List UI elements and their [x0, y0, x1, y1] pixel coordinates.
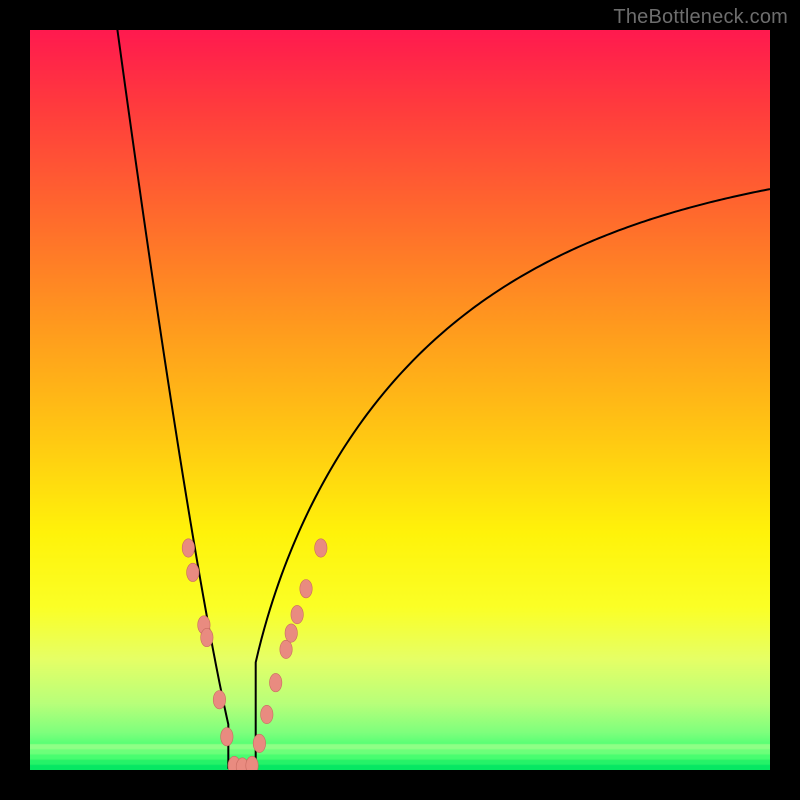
data-marker	[182, 539, 194, 557]
data-marker	[253, 734, 265, 752]
data-marker	[187, 563, 199, 581]
curve-layer	[30, 30, 770, 770]
bottleneck-curve	[111, 30, 770, 768]
data-marker	[201, 628, 213, 646]
chart-frame: TheBottleneck.com	[0, 0, 800, 800]
data-marker	[261, 705, 273, 723]
data-marker	[213, 691, 225, 709]
data-marker	[285, 624, 297, 642]
data-marker	[291, 605, 303, 623]
plot-area	[30, 30, 770, 770]
data-marker	[221, 728, 233, 746]
data-marker	[269, 673, 281, 691]
data-marker	[315, 539, 327, 557]
watermark-text: TheBottleneck.com	[613, 6, 788, 29]
data-marker	[300, 580, 312, 598]
data-marker	[280, 640, 292, 658]
